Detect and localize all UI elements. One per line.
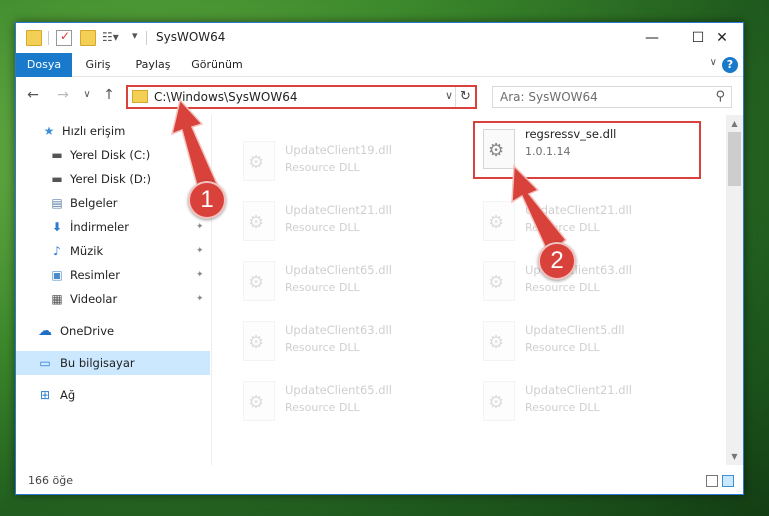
callout-step-1: 1 (188, 181, 226, 219)
callout-step-2: 2 (538, 242, 576, 280)
arrow-to-address-bar (170, 98, 220, 194)
annotation-arrows (170, 98, 568, 255)
arrow-to-highlighted-file (511, 164, 568, 255)
